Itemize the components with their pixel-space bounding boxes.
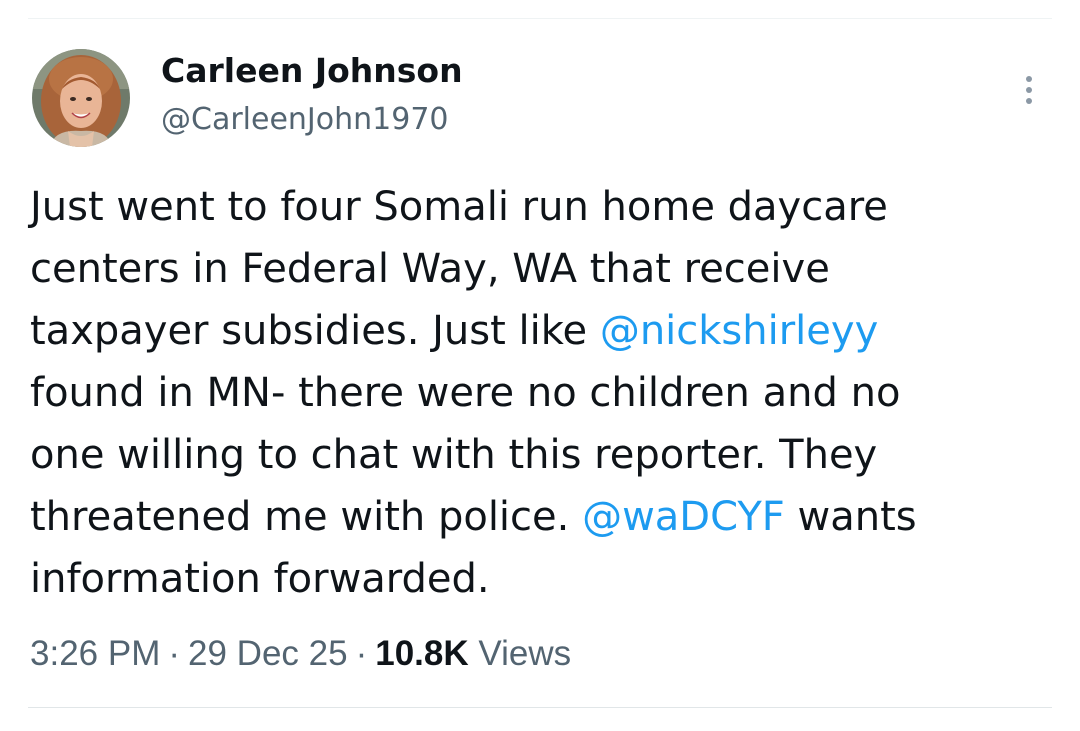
tweet-line: centers in Federal Way, WA that receive: [30, 238, 1040, 300]
tweet-text-segment: Just went to four Somali run home daycar…: [30, 184, 888, 230]
tweet-text-segment: one willing to chat with this reporter. …: [30, 432, 878, 478]
tweet-text-segment: found in MN- there were no children and …: [30, 370, 901, 416]
more-vertical-icon-dot: [1026, 87, 1032, 93]
tweet-date[interactable]: 29 Dec 25: [188, 634, 348, 673]
more-options-button[interactable]: [1010, 66, 1048, 114]
meta-separator: ·: [168, 634, 181, 673]
meta-separator: ·: [355, 634, 368, 673]
mention-link-nickshirleyy[interactable]: @nickshirleyy: [600, 308, 878, 354]
author-handle[interactable]: @CarleenJohn1970: [161, 98, 449, 142]
tweet-line: information forwarded.: [30, 548, 1040, 610]
tweet-text-segment: taxpayer subsidies. Just like: [30, 308, 600, 354]
bottom-divider: [28, 707, 1052, 708]
tweet-line: Just went to four Somali run home daycar…: [30, 176, 1040, 238]
tweet-text-segment: threatened me with police.: [30, 494, 583, 540]
tweet-line: found in MN- there were no children and …: [30, 362, 1040, 424]
tweet-line: one willing to chat with this reporter. …: [30, 424, 1040, 486]
views-count[interactable]: 10.8K: [375, 634, 468, 673]
tweet-line: taxpayer subsidies. Just like @nickshirl…: [30, 300, 1040, 362]
tweet-line: threatened me with police. @waDCYF wants: [30, 486, 1040, 548]
views-label: Views: [478, 634, 572, 673]
more-vertical-icon: [1026, 76, 1032, 82]
more-vertical-icon-dot: [1026, 98, 1032, 104]
tweet-text-segment: information forwarded.: [30, 556, 490, 602]
tweet-meta: 3:26 PM · 29 Dec 25 · 10.8K Views: [30, 630, 571, 678]
tweet-text: Just went to four Somali run home daycar…: [30, 176, 1040, 610]
tweet-time[interactable]: 3:26 PM: [30, 634, 160, 673]
top-divider: [28, 18, 1052, 19]
avatar[interactable]: [32, 49, 130, 147]
tweet-text-segment: wants: [784, 494, 917, 540]
author-display-name[interactable]: Carleen Johnson: [161, 48, 463, 94]
tweet-text-segment: centers in Federal Way, WA that receive: [30, 246, 830, 292]
mention-link-wadcyf[interactable]: @waDCYF: [582, 494, 785, 540]
avatar-image: [32, 49, 130, 147]
